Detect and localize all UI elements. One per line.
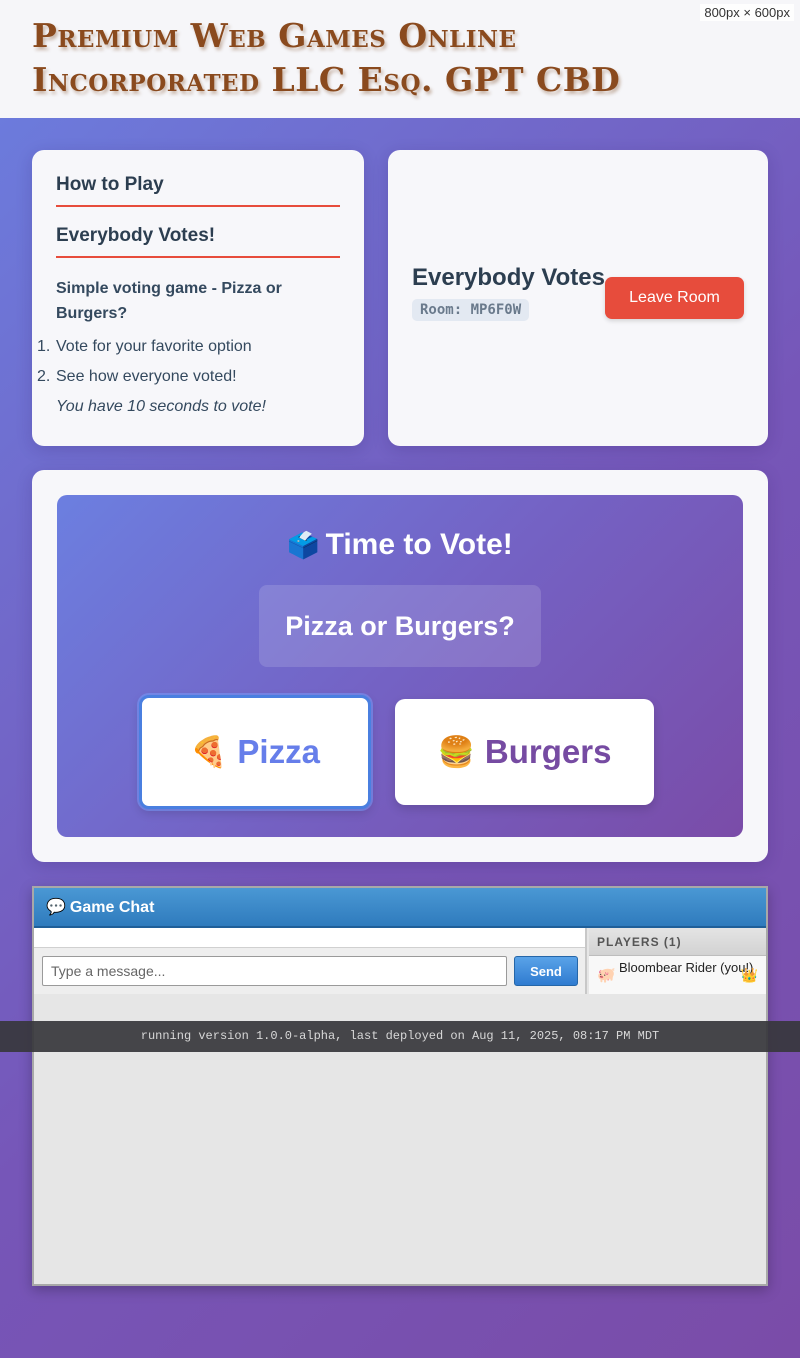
player-name: Bloombear Rider (you!) [619,960,754,975]
pizza-icon: 🍕 [190,735,228,769]
time-limit-note: You have 10 seconds to vote! [56,398,266,415]
send-button[interactable]: Send [514,956,578,986]
vote-question: Pizza or Burgers? [259,585,541,667]
player-item: 🐖 Bloombear Rider (you!) 👑 [589,956,766,994]
room-card: Everybody Votes Room: MP6F0W Leave Room [388,150,768,446]
chat-header: 💬 Game Chat [34,888,766,928]
vote-option-pizza[interactable]: 🍕 Pizza [139,695,371,809]
instructions-list: 1. Vote for your favorite option 2. See ho… [37,332,340,392]
vote-option-label: Pizza [237,733,320,770]
vote-option-burgers[interactable]: 🍔 Burgers [395,699,654,805]
players-heading: PLAYERS (1) [589,928,766,956]
vote-card: 🗳️ Time to Vote! Pizza or Burgers? 🍕 Pizz… [32,470,768,862]
chat-heading: Game Chat [69,899,155,916]
chat-main: Send [34,928,587,994]
vote-heading-text: Time to Vote! [325,528,513,561]
room-title: Everybody Votes [412,264,605,291]
site-header: Premium Web Games Online Incorporated LL… [0,0,800,118]
vote-option-label: Burgers [484,733,612,770]
leave-room-button[interactable]: Leave Room [605,277,744,319]
chat-messages[interactable] [34,928,585,948]
instruction-step: 2. See how everyone voted! [37,368,237,385]
game-name-heading: Everybody Votes! [56,225,340,258]
pig-icon: 🐖 [597,967,616,984]
crown-icon: 👑 [740,967,758,983]
speech-bubble-icon: 💬 [46,899,66,916]
players-panel: PLAYERS (1) 🐖 Bloombear Rider (you!) 👑 [589,928,766,994]
chat-message-input[interactable] [42,956,507,986]
how-to-play-card: How to Play Everybody Votes! Simple voti… [32,150,364,446]
vote-panel: 🗳️ Time to Vote! Pizza or Burgers? 🍕 Pizz… [57,495,743,837]
version-footer: running version 1.0.0-alpha, last deploy… [0,1021,800,1052]
room-code: Room: MP6F0W [412,299,530,321]
site-title: Premium Web Games Online Incorporated LL… [32,16,621,99]
vote-heading: 🗳️ Time to Vote! [57,528,743,562]
game-description: Simple voting game - Pizza or Burgers? [56,280,282,322]
instruction-step: 1. Vote for your favorite option [37,338,252,355]
burger-icon: 🍔 [437,735,475,769]
viewport-size-badge: 800px × 600px [700,4,794,21]
game-chat: 💬Game Chat Send PLAYERS (1) 🐖 Bloombear … [32,886,768,1286]
how-to-play-heading: How to Play [56,174,340,207]
ballot-box-icon: 🗳️ [287,530,320,560]
